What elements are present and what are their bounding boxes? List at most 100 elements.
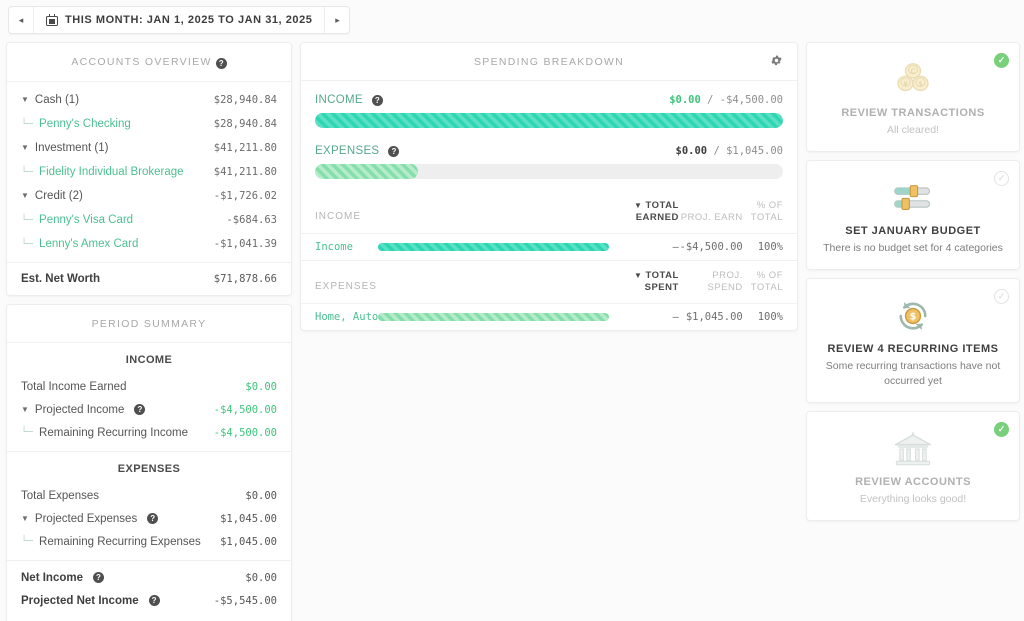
tree-connector-icon: └─ bbox=[21, 238, 34, 250]
net-rows: Net Income? $0.00 Projected Net Income? -$5… bbox=[7, 561, 291, 616]
account-group-label: Cash (1) bbox=[34, 94, 80, 106]
help-icon[interactable]: ? bbox=[134, 404, 146, 415]
help-icon[interactable]: ? bbox=[371, 94, 383, 106]
expenses-col-percent[interactable]: % OF TOTAL bbox=[751, 260, 797, 303]
caret-down-icon[interactable]: ▼ bbox=[21, 96, 29, 104]
task-subtitle: All cleared! bbox=[887, 124, 939, 136]
account-group-row[interactable]: ▼ Investment (1) $41,211.80 bbox=[7, 136, 291, 160]
row-percent: 100% bbox=[750, 302, 797, 330]
dashboard-columns: ACCOUNTS OVERVIEW? ▼ Cash (1) $28,940.84 └─… bbox=[6, 42, 1020, 621]
caret-down-icon[interactable]: ▼ bbox=[21, 514, 29, 523]
account-row[interactable]: └─ Penny's Checking $28,940.84 bbox=[7, 112, 291, 136]
expenses-col-total[interactable]: ▼ TOTAL SPENT bbox=[619, 260, 679, 303]
calendar-icon bbox=[46, 14, 58, 26]
middle-column: SPENDING BREAKDOWN INCOME? $0.00 / -$4,5… bbox=[300, 42, 798, 331]
check-icon[interactable]: ✓ bbox=[994, 289, 1009, 305]
account-name: └─ Lenny's Amex Card bbox=[21, 238, 138, 250]
summary-amount: -$4,500.00 bbox=[213, 426, 277, 439]
task-subtitle: Some recurring transactions have not occ… bbox=[825, 360, 1001, 387]
account-name: └─ Penny's Visa Card bbox=[21, 214, 133, 226]
gear-icon[interactable] bbox=[770, 54, 783, 67]
period-summary-title-text: PERIOD SUMMARY bbox=[91, 318, 207, 330]
task-title: REVIEW 4 RECURRING ITEMS bbox=[827, 343, 999, 356]
account-group-row[interactable]: ▼ Credit (2) -$1,726.02 bbox=[7, 184, 291, 208]
account-group-label: Investment (1) bbox=[34, 142, 109, 154]
summary-label-text: Remaining Recurring Income bbox=[39, 426, 188, 439]
summary-label-text: Projected Expenses bbox=[34, 512, 138, 525]
prev-period-button[interactable]: ◂ bbox=[9, 7, 33, 33]
income-projected: -$4,500.00 bbox=[719, 94, 783, 106]
recurring-icon: $ bbox=[821, 295, 1005, 337]
help-icon[interactable]: ? bbox=[93, 572, 104, 583]
svg-text:¥: ¥ bbox=[903, 80, 907, 88]
task-title: REVIEW TRANSACTIONS bbox=[841, 107, 985, 119]
next-period-button[interactable]: ▸ bbox=[325, 7, 349, 33]
task-title: REVIEW ACCOUNTS bbox=[855, 475, 971, 488]
caret-down-icon[interactable]: ▼ bbox=[21, 405, 29, 414]
income-label-text: INCOME bbox=[315, 94, 363, 106]
task-subtitle: Everything looks good! bbox=[859, 492, 967, 505]
accounts-overview-title: ACCOUNTS OVERVIEW? bbox=[7, 43, 291, 82]
check-icon[interactable]: ✓ bbox=[994, 171, 1009, 187]
spending-breakdown-title: SPENDING BREAKDOWN bbox=[301, 43, 797, 81]
account-group-row[interactable]: ▼ Cash (1) $28,940.84 bbox=[7, 88, 291, 112]
account-row[interactable]: └─ Fidelity Individual Brokerage $41,211.8… bbox=[7, 160, 291, 184]
account-balance: $28,940.84 bbox=[213, 118, 277, 130]
summary-label: └─ Remaining Recurring Income bbox=[21, 427, 188, 439]
income-table-header: INCOME ▼ TOTAL EARNED PROJ. EARN% OF TOTAL bbox=[301, 191, 797, 233]
task-card[interactable]: ✓ C ¥ $ REVIEW TRANSACTIONS All cleared! bbox=[806, 42, 1020, 153]
table-row[interactable]: Income – -$4,500.00 100% bbox=[301, 232, 797, 261]
income-col-projected[interactable]: PROJ. EARN bbox=[679, 191, 751, 233]
summary-amount: -$4,500.00 bbox=[213, 403, 277, 416]
summary-label-text: Projected Net Income bbox=[21, 594, 139, 607]
svg-text:$: $ bbox=[918, 80, 922, 88]
category-label[interactable]: Home, Auto bbox=[301, 302, 379, 330]
summary-label-text: Net Income bbox=[21, 571, 83, 584]
income-col-percent[interactable]: % OF TOTAL bbox=[751, 191, 797, 233]
task-card[interactable]: ✓ REVIEW ACCOUNTS Everything looks good! bbox=[806, 410, 1020, 521]
expenses-col-projected[interactable]: PROJ. SPEND bbox=[679, 260, 751, 303]
tree-connector-icon: └─ bbox=[21, 166, 34, 178]
coins-icon: C ¥ $ bbox=[821, 59, 1005, 101]
help-icon[interactable]: ? bbox=[147, 513, 159, 524]
summary-label-text: Total Income Earned bbox=[21, 380, 127, 393]
period-summary-card: PERIOD SUMMARY INCOME Total Income Earne… bbox=[6, 304, 292, 621]
svg-text:C: C bbox=[911, 67, 916, 75]
category-label[interactable]: Income bbox=[301, 232, 379, 261]
summary-row: ▼ Projected Expenses? $1,045.00 bbox=[7, 507, 291, 530]
account-row[interactable]: └─ Lenny's Amex Card -$1,041.39 bbox=[7, 232, 291, 256]
income-progress-fill bbox=[315, 113, 783, 128]
account-link[interactable]: Fidelity Individual Brokerage bbox=[39, 166, 183, 178]
caret-down-icon[interactable]: ▼ bbox=[21, 192, 29, 200]
summary-label: Total Income Earned bbox=[21, 381, 126, 393]
task-card[interactable]: ✓ $ REVIEW 4 RECURRING ITEMS Some recurring… bbox=[806, 278, 1020, 403]
category-bar-cell bbox=[378, 232, 619, 261]
table-row[interactable]: Home, Auto – $1,045.00 100% bbox=[301, 302, 797, 330]
caret-down-icon[interactable]: ▼ bbox=[21, 144, 29, 152]
help-icon[interactable]: ? bbox=[215, 58, 227, 69]
account-balance: -$1,726.02 bbox=[213, 190, 277, 202]
help-icon[interactable]: ? bbox=[388, 145, 400, 157]
expenses-progress-block: EXPENSES? $0.00 / $1,045.00 bbox=[301, 132, 797, 191]
task-card[interactable]: ✓ SET JANUARY BUDGET There is no budget se… bbox=[806, 160, 1020, 271]
summary-amount: $1,045.00 bbox=[220, 535, 277, 548]
account-balance: $41,211.80 bbox=[213, 142, 277, 154]
spending-breakdown-card: SPENDING BREAKDOWN INCOME? $0.00 / -$4,5… bbox=[300, 42, 798, 331]
task-subtitle: There is no budget set for 4 categories bbox=[823, 242, 1003, 255]
row-total: – bbox=[618, 232, 679, 261]
summary-amount: $0.00 bbox=[245, 489, 277, 502]
sliders-icon bbox=[821, 177, 1005, 219]
summary-label: Projected Net Income? bbox=[21, 595, 160, 607]
help-icon[interactable]: ? bbox=[148, 595, 160, 606]
account-link[interactable]: Penny's Checking bbox=[39, 118, 131, 130]
period-summary-title: PERIOD SUMMARY bbox=[7, 305, 291, 343]
account-row[interactable]: └─ Penny's Visa Card -$684.63 bbox=[7, 208, 291, 232]
bank-icon bbox=[821, 428, 1005, 470]
income-col-total[interactable]: ▼ TOTAL EARNED bbox=[619, 191, 679, 233]
date-range-selector[interactable]: THIS MONTH: JAN 1, 2025 TO JAN 31, 2025 bbox=[34, 7, 324, 33]
dashboard-page: ◂ THIS MONTH: JAN 1, 2025 TO JAN 31, 202… bbox=[0, 0, 1024, 621]
account-link[interactable]: Penny's Visa Card bbox=[39, 214, 133, 226]
row-total: – bbox=[618, 302, 679, 330]
account-name: └─ Fidelity Individual Brokerage bbox=[21, 166, 184, 178]
account-link[interactable]: Lenny's Amex Card bbox=[39, 238, 138, 250]
